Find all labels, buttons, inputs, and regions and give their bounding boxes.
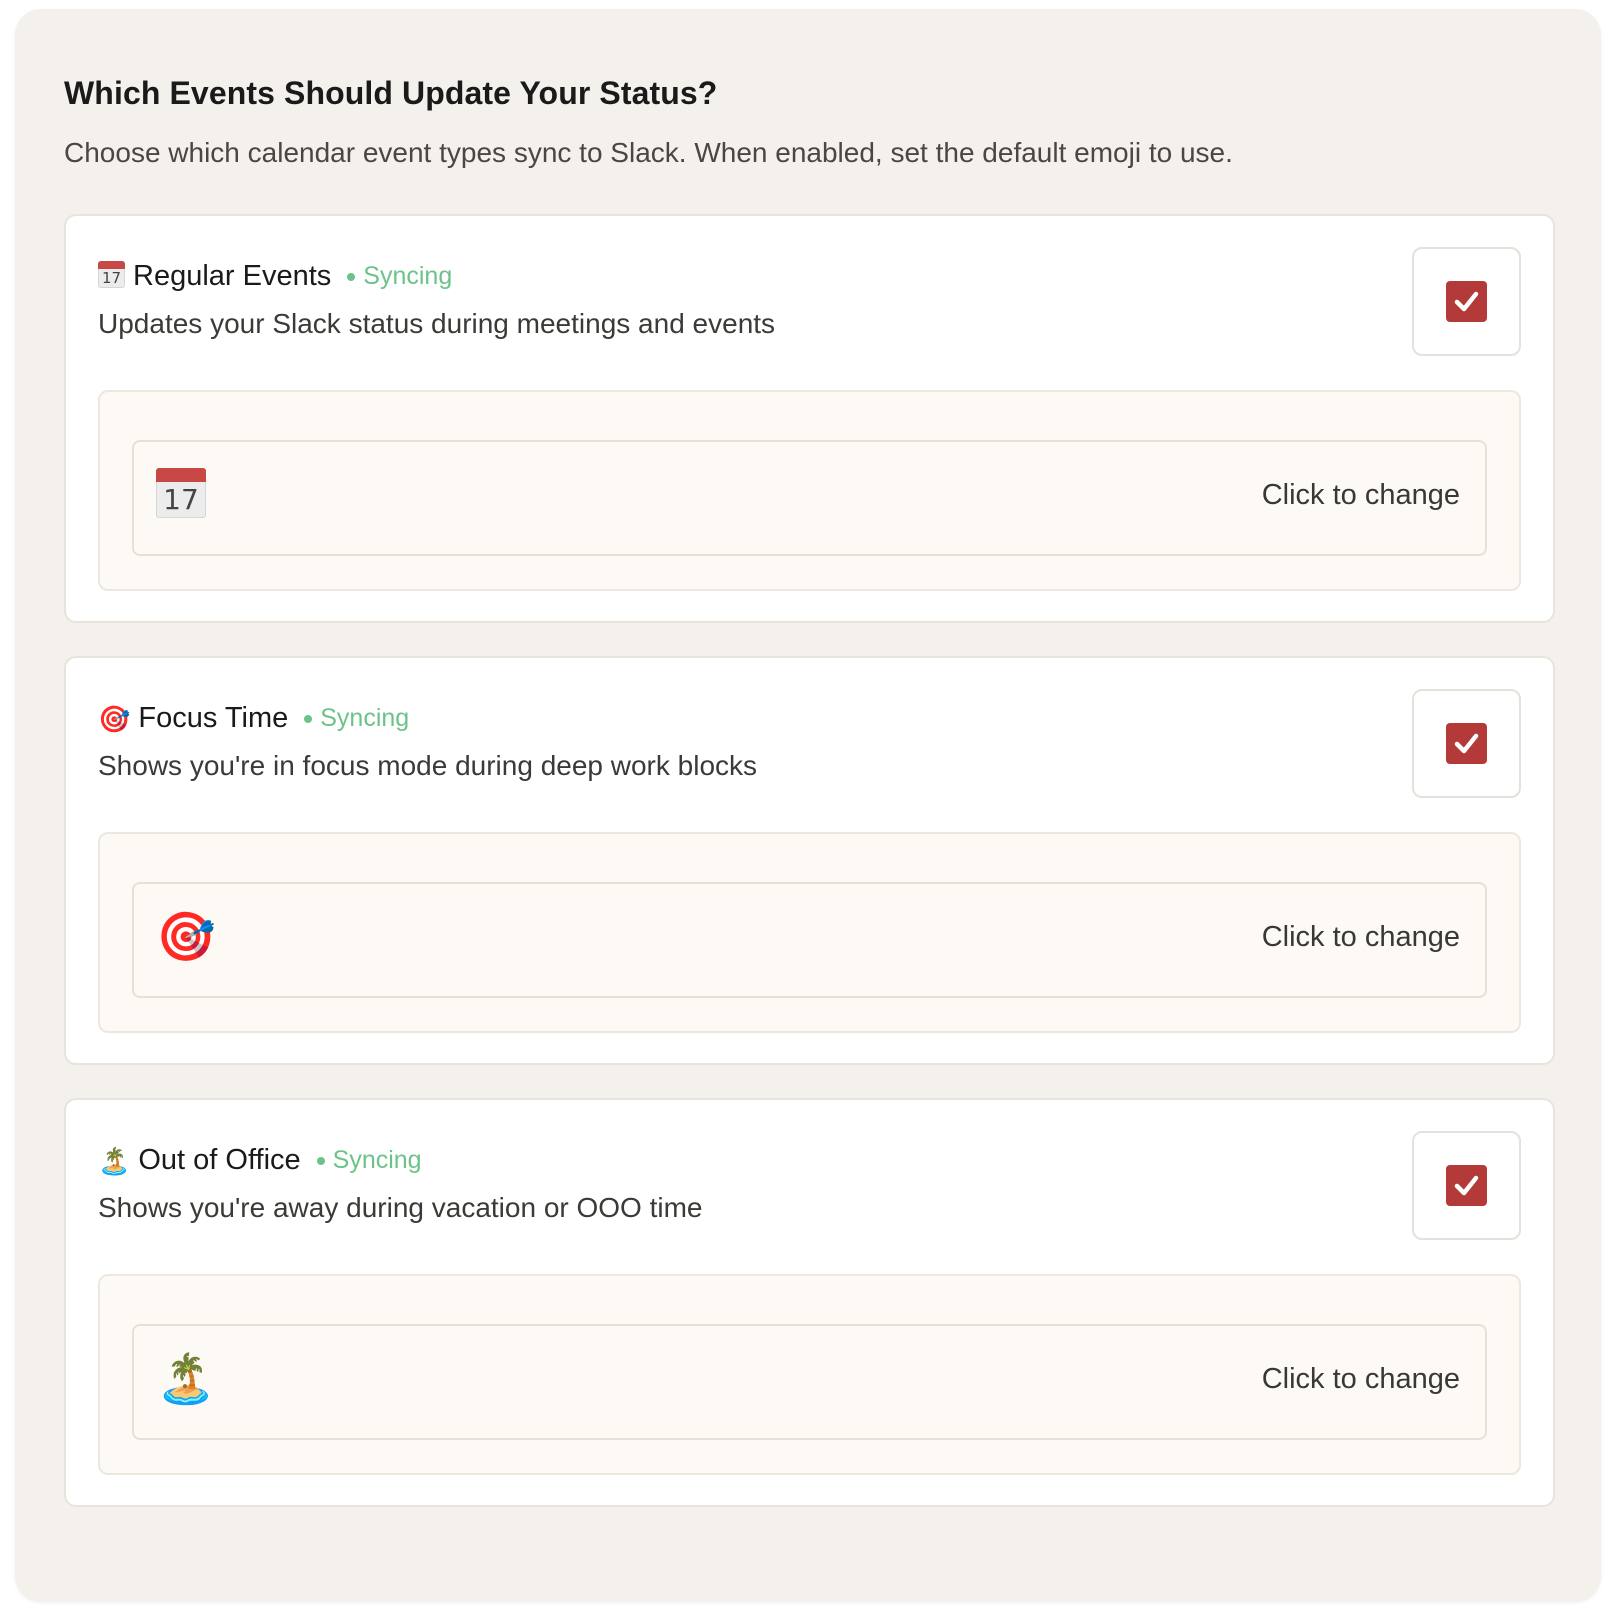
event-type-title: Regular Events (133, 260, 332, 292)
target-icon: 🎯 (98, 703, 131, 734)
calendar-icon: 17 (156, 468, 212, 524)
click-to-change-label: Click to change (1261, 479, 1460, 511)
status-badge: Syncing (363, 262, 453, 290)
default-emoji-section: 17 Click to change (98, 390, 1521, 591)
event-type-header: 🏝️ Out of Office Syncing (98, 1144, 422, 1177)
event-type-description: Shows you're away during vacation or OOO… (98, 1192, 703, 1223)
enable-checkbox-focus-time[interactable] (1412, 689, 1521, 798)
click-to-change-label: Click to change (1261, 921, 1460, 953)
event-type-card-regular-events: 17 Regular Events Syncing Updates your S… (64, 214, 1555, 623)
island-icon: 🏝️ (156, 1353, 216, 1406)
event-type-title: Out of Office (138, 1144, 301, 1176)
page-description: Choose which calendar event types sync t… (64, 137, 1233, 168)
enable-checkbox-regular-events[interactable] (1412, 247, 1521, 356)
event-type-card-out-of-office: 🏝️ Out of Office Syncing Shows you're aw… (64, 1098, 1555, 1507)
emoji-picker-button[interactable]: 🏝️ Click to change (132, 1324, 1487, 1440)
emoji-picker-button[interactable]: 🎯 Click to change (132, 882, 1487, 998)
event-type-description: Updates your Slack status during meeting… (98, 308, 776, 339)
event-type-card-focus-time: 🎯 Focus Time Syncing Shows you're in foc… (64, 656, 1555, 1065)
event-type-title: Focus Time (138, 702, 289, 734)
calendar-icon: 17 (98, 261, 125, 292)
default-emoji-section: 🎯 Click to change (98, 832, 1521, 1033)
click-to-change-label: Click to change (1261, 1363, 1460, 1395)
status-dot (347, 272, 356, 281)
page-title: Which Events Should Update Your Status? (64, 75, 718, 111)
event-type-header: 17 Regular Events Syncing (98, 260, 452, 293)
event-type-header: 🎯 Focus Time Syncing (98, 702, 409, 735)
checkmark-icon (1446, 723, 1487, 764)
checkmark-icon (1446, 281, 1487, 322)
target-icon: 🎯 (156, 911, 216, 964)
status-dot (316, 1156, 325, 1165)
checkmark-icon (1446, 1165, 1487, 1206)
emoji-picker-button[interactable]: 17 Click to change (132, 440, 1487, 556)
event-sync-settings-panel: Which Events Should Update Your Status? … (15, 9, 1601, 1602)
default-emoji-section: 🏝️ Click to change (98, 1274, 1521, 1475)
status-badge: Syncing (332, 1146, 422, 1174)
enable-checkbox-out-of-office[interactable] (1412, 1131, 1521, 1240)
status-badge: Syncing (320, 704, 410, 732)
island-icon: 🏝️ (98, 1145, 131, 1176)
event-type-description: Shows you're in focus mode during deep w… (98, 750, 758, 781)
status-dot (304, 714, 313, 723)
